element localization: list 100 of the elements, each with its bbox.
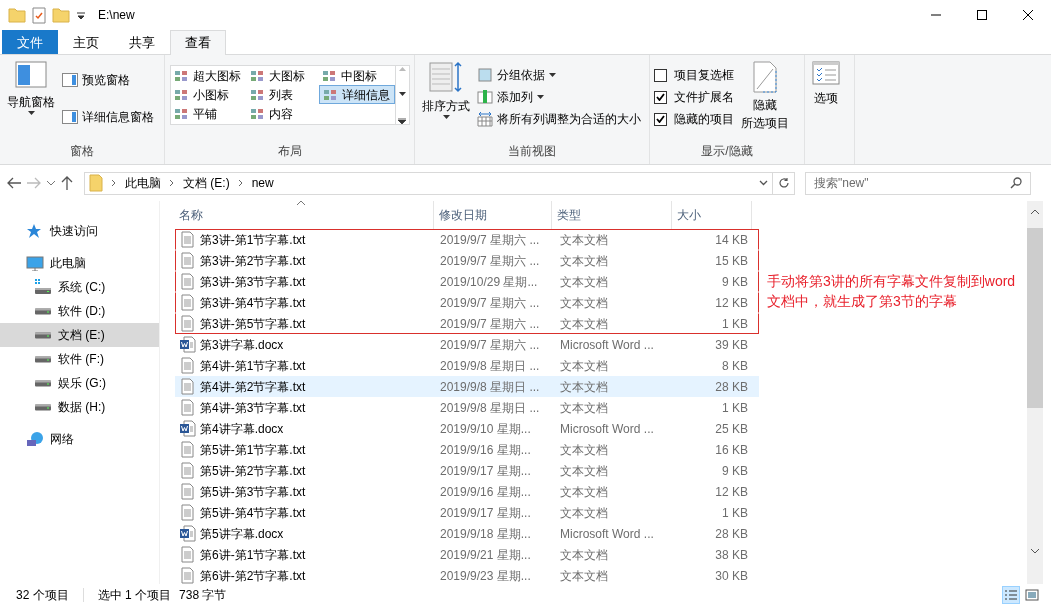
file-name: 第5讲-第1节字幕.txt bbox=[200, 441, 306, 459]
table-cell-text: 文本文档 bbox=[559, 441, 609, 459]
file-row[interactable]: 第3讲-第5节字幕.txt 2019/9/7 星期六 ... 文本文档 1 KB bbox=[175, 313, 759, 334]
layout-option[interactable]: 超大图标 bbox=[170, 66, 247, 85]
checkbox[interactable] bbox=[654, 112, 667, 126]
file-row[interactable]: 第5讲-第4节字幕.txt 2019/9/17 星期... 文本文档 1 KB bbox=[175, 502, 759, 523]
file-row[interactable]: 第6讲-第2节字幕.txt 2019/9/23 星期... 文本文档 30 KB bbox=[175, 565, 759, 586]
file-name: 第4讲-第2节字幕.txt bbox=[200, 378, 306, 396]
file-row[interactable]: 第3讲-第2节字幕.txt 2019/9/7 星期六 ... 文本文档 15 KB bbox=[175, 250, 759, 271]
nav-item[interactable]: 快速访问 bbox=[0, 219, 159, 243]
back-icon[interactable] bbox=[6, 176, 22, 190]
dropdown-icon[interactable] bbox=[76, 10, 86, 20]
file-row[interactable]: 第4讲-第2节字幕.txt 2019/9/8 星期日 ... 文本文档 28 KB bbox=[175, 376, 759, 397]
large-icons-view-icon bbox=[1025, 589, 1039, 601]
nav-item[interactable]: 网络 bbox=[0, 427, 159, 451]
dropdown-icon[interactable] bbox=[759, 180, 768, 186]
refresh-button[interactable] bbox=[773, 171, 795, 195]
caret-icon[interactable] bbox=[27, 111, 35, 116]
layout-option[interactable]: 内容 bbox=[246, 104, 319, 124]
file-row[interactable]: 第4讲字幕.docx 2019/9/10 星期... Microsoft Word ... 25 KB bbox=[175, 418, 759, 439]
breadcrumb[interactable]: 文档 (E:) bbox=[183, 174, 230, 192]
checkbox[interactable] bbox=[654, 90, 667, 104]
file-row[interactable]: 第4讲-第3节字幕.txt 2019/9/8 星期日 ... 文本文档 1 KB bbox=[175, 397, 759, 418]
drive-icon bbox=[34, 403, 52, 411]
add-columns-button[interactable]: 添加列 bbox=[497, 88, 533, 106]
file-row[interactable]: 第4讲-第1节字幕.txt 2019/9/8 星期日 ... 文本文档 8 KB bbox=[175, 355, 759, 376]
caret-icon[interactable] bbox=[549, 72, 556, 78]
checkbox-label[interactable]: 隐藏的项目 bbox=[674, 110, 734, 128]
ribbon-tab[interactable]: 主页 bbox=[58, 30, 114, 54]
search-field[interactable]: 搜索"new" bbox=[805, 171, 1031, 195]
sort-ascending-icon[interactable] bbox=[296, 200, 306, 206]
nav-item[interactable]: 软件 (F:) bbox=[0, 347, 159, 371]
scroll-up-icon[interactable] bbox=[1031, 209, 1039, 214]
up-icon[interactable] bbox=[60, 175, 74, 191]
nav-item[interactable]: 此电脑 bbox=[0, 251, 159, 275]
ribbon-tab[interactable]: 查看 bbox=[170, 30, 226, 55]
file-row[interactable]: 第5讲-第3节字幕.txt 2019/9/16 星期... 文本文档 12 KB bbox=[175, 481, 759, 502]
file-row[interactable]: 第5讲字幕.docx 2019/9/18 星期... Microsoft Word ... 28 KB bbox=[175, 523, 759, 544]
nav-item[interactable]: 软件 (D:) bbox=[0, 299, 159, 323]
file-row[interactable]: 第3讲-第1节字幕.txt 2019/9/7 星期六 ... 文本文档 14 KB bbox=[175, 229, 759, 250]
scroll-down-icon[interactable] bbox=[398, 92, 406, 97]
search-icon bbox=[1010, 177, 1022, 189]
column-header[interactable]: 大小 bbox=[672, 201, 752, 229]
column-header[interactable]: 名称 bbox=[174, 201, 434, 229]
details-pane-button[interactable]: 详细信息窗格 bbox=[82, 108, 154, 127]
file-row[interactable]: 第3讲-第4节字幕.txt 2019/9/7 星期六 ... 文本文档 12 KB bbox=[175, 292, 759, 313]
table-cell-text: 文本文档 bbox=[559, 462, 609, 480]
column-header[interactable]: 类型 bbox=[552, 201, 672, 229]
nav-item[interactable]: 数据 (H:) bbox=[0, 395, 159, 419]
view-button[interactable] bbox=[1002, 586, 1020, 604]
layout-option[interactable]: 平铺 bbox=[170, 104, 247, 124]
column-header[interactable]: 修改日期 bbox=[434, 201, 552, 229]
size-all-columns-button[interactable]: 将所有列调整为合适的大小 bbox=[497, 110, 641, 128]
hide-selected-button[interactable]: 隐藏 所选项目 bbox=[741, 96, 789, 132]
table-cell-text: 2019/9/16 星期... bbox=[439, 483, 532, 501]
layout-option[interactable]: 小图标 bbox=[170, 85, 247, 105]
layout-option[interactable]: 详细信息 bbox=[318, 85, 395, 105]
close-icon[interactable] bbox=[1023, 10, 1033, 20]
address-bar[interactable]: 此电脑 文档 (E:) new bbox=[84, 171, 773, 195]
file-row[interactable]: 第5讲-第1节字幕.txt 2019/9/16 星期... 文本文档 16 KB bbox=[175, 439, 759, 460]
ribbon-tab[interactable]: 共享 bbox=[114, 30, 170, 54]
file-row[interactable]: 第3讲字幕.docx 2019/9/7 星期六 ... Microsoft Word ... 39 KB bbox=[175, 334, 759, 355]
file-row[interactable]: 第3讲-第3节字幕.txt 2019/10/29 星期... 文本文档 9 KB bbox=[175, 271, 759, 292]
navigation-pane-button[interactable]: 导航窗格 bbox=[7, 93, 55, 111]
view-icon bbox=[173, 108, 188, 121]
chevron-icon bbox=[169, 179, 175, 187]
layout-option[interactable]: 大图标 bbox=[246, 66, 319, 85]
scroll-down-icon[interactable] bbox=[1031, 549, 1039, 554]
maximize-icon[interactable] bbox=[977, 10, 987, 20]
scrollbar-thumb[interactable] bbox=[1027, 228, 1043, 408]
layout-option[interactable]: 中图标 bbox=[318, 66, 395, 85]
options-button[interactable]: 选项 bbox=[814, 89, 838, 107]
file-name: 第5讲-第4节字幕.txt bbox=[200, 504, 306, 522]
file-row[interactable]: 第6讲-第1节字幕.txt 2019/9/21 星期... 文本文档 38 KB bbox=[175, 544, 759, 565]
scrollbar[interactable] bbox=[1027, 201, 1043, 584]
sort-by-button[interactable]: 排序方式 bbox=[422, 97, 470, 115]
layout-option[interactable]: 列表 bbox=[246, 85, 319, 105]
group-by-button[interactable]: 分组依据 bbox=[497, 66, 545, 84]
recent-dropdown-icon[interactable] bbox=[46, 179, 56, 187]
preview-pane-button[interactable]: 预览窗格 bbox=[82, 70, 130, 89]
nav-item[interactable]: 娱乐 (G:) bbox=[0, 371, 159, 395]
file-tab[interactable]: 文件 bbox=[2, 30, 58, 54]
caret-icon[interactable] bbox=[442, 115, 450, 120]
view-icon bbox=[173, 88, 188, 101]
drive-icon bbox=[34, 279, 52, 295]
checkbox-label[interactable]: 项目复选框 bbox=[674, 66, 734, 84]
expand-icon[interactable] bbox=[398, 118, 406, 124]
breadcrumb[interactable]: 此电脑 bbox=[125, 174, 161, 192]
table-cell-text: 2019/9/8 星期日 ... bbox=[439, 378, 541, 396]
chevron-icon bbox=[111, 179, 117, 187]
checkbox[interactable] bbox=[654, 68, 667, 82]
checkbox-label[interactable]: 文件扩展名 bbox=[674, 88, 734, 106]
hide-selected-icon bbox=[753, 61, 777, 93]
caret-icon[interactable] bbox=[537, 94, 544, 100]
nav-item[interactable]: 系统 (C:) bbox=[0, 275, 159, 299]
breadcrumb[interactable]: new bbox=[251, 174, 274, 192]
file-row[interactable]: 第5讲-第2节字幕.txt 2019/9/17 星期... 文本文档 9 KB bbox=[175, 460, 759, 481]
properties-icon[interactable] bbox=[32, 6, 46, 24]
view-icon bbox=[321, 69, 336, 82]
nav-item[interactable]: 文档 (E:) bbox=[0, 323, 159, 347]
